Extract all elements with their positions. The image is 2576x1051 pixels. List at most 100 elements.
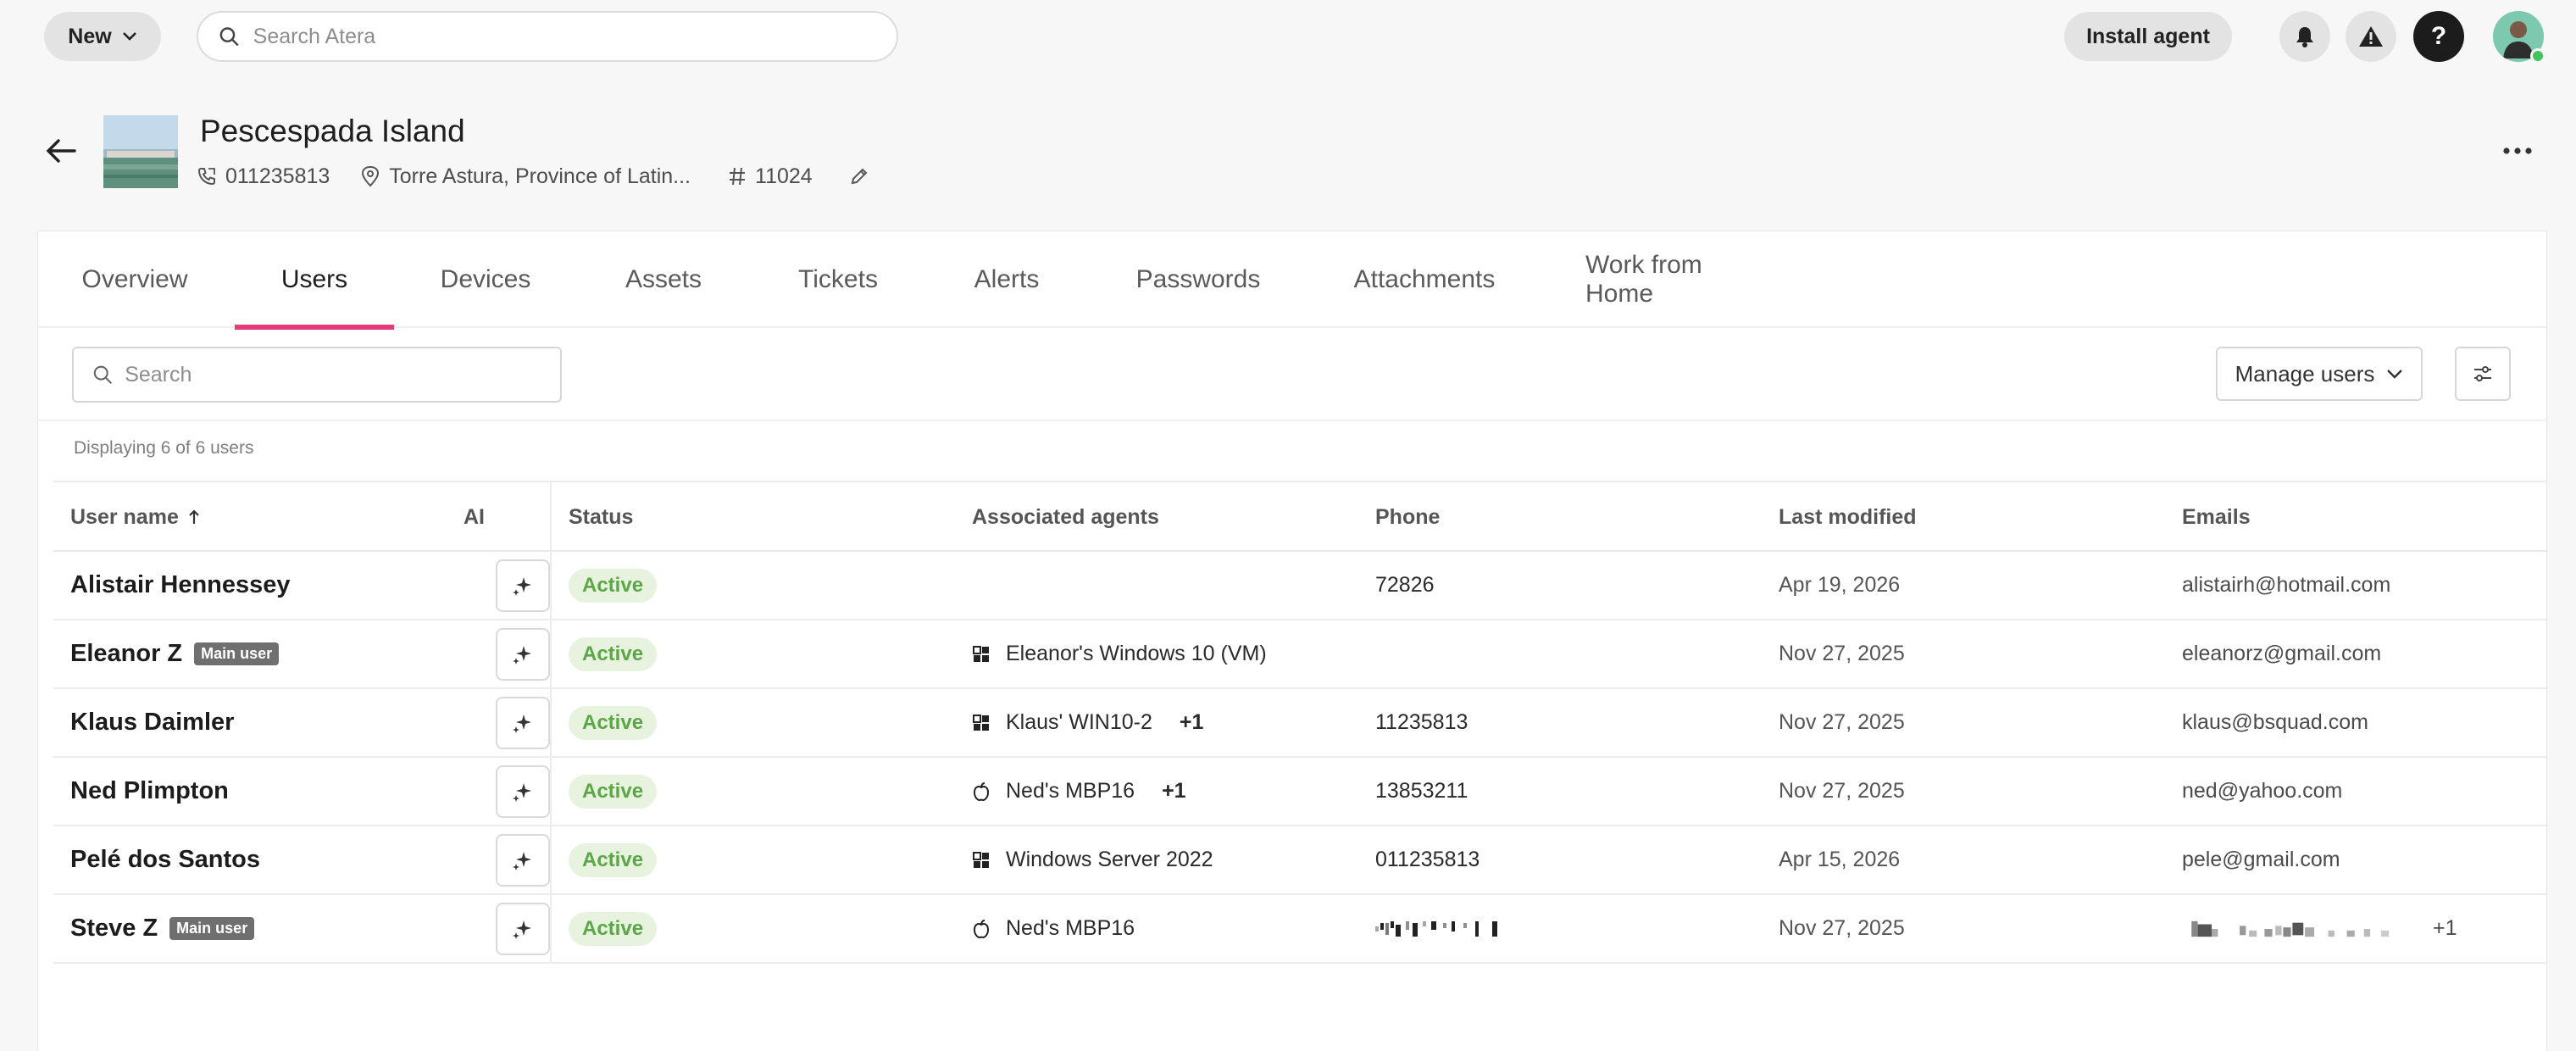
column-phone[interactable]: Phone (1375, 482, 1440, 552)
user-name-cell[interactable]: Eleanor Z Main user (70, 620, 280, 687)
email-more-count[interactable]: +1 (2433, 916, 2457, 941)
agent-name[interactable]: Windows Server 2022 (1006, 848, 1213, 872)
user-name[interactable]: Alistair Hennessey (70, 571, 291, 599)
table-row[interactable]: Pelé dos Santos Active Windows Server 20… (53, 826, 2548, 895)
site-meta: 011235813 Torre Astura, Province of Lati… (197, 163, 869, 190)
tab-bar: Overview Users Devices Assets Tickets Al… (38, 231, 2546, 330)
agent-more-count[interactable]: +1 (1162, 779, 1186, 804)
main-user-badge: Main user (194, 642, 280, 665)
column-associated-agents[interactable]: Associated agents (972, 482, 1159, 552)
agent-name[interactable]: Ned's MBP16 (1006, 916, 1135, 941)
install-agent-button[interactable]: Install agent (2064, 12, 2232, 61)
emails-cell: eleanorz@gmail.com (2182, 620, 2381, 687)
avatar[interactable] (2493, 11, 2545, 64)
agent-more-count[interactable]: +1 (1180, 710, 1204, 735)
table-body: Alistair Hennessey Active 72826 Apr 19, … (53, 552, 2548, 964)
agents-cell: Ned's MBP16 +1 (972, 758, 1186, 825)
notifications-button[interactable] (2279, 11, 2330, 62)
users-card: Overview Users Devices Assets Tickets Al… (37, 231, 2548, 1051)
chevron-down-icon (122, 32, 136, 41)
more-options-icon[interactable] (2498, 139, 2537, 163)
agent-name[interactable]: Klaus' WIN10-2 (1006, 710, 1152, 735)
status-badge: Active (569, 842, 658, 877)
phone-cell (1375, 895, 1502, 962)
tab-alerts[interactable]: Alerts (972, 231, 1041, 328)
ai-button[interactable] (496, 834, 550, 887)
global-search-input[interactable] (253, 24, 897, 49)
table-row[interactable]: Ned Plimpton Active Ned's MBP16 +1 138532… (53, 758, 2548, 826)
tab-attachments[interactable]: Attachments (1353, 231, 1496, 328)
status-cell: Active (569, 826, 658, 893)
new-button[interactable]: New (44, 12, 161, 61)
new-button-label: New (68, 24, 112, 48)
windows-icon (973, 851, 989, 868)
table-row[interactable]: Alistair Hennessey Active 72826 Apr 19, … (53, 552, 2548, 620)
phone-value: 72826 (1375, 573, 1435, 597)
column-settings-button[interactable] (2455, 347, 2511, 401)
tab-work-from-home[interactable]: Work from Home (1585, 231, 1774, 328)
tab-devices[interactable]: Devices (441, 231, 531, 328)
user-name[interactable]: Ned Plimpton (70, 777, 229, 805)
last-modified-cell: Nov 27, 2025 (1779, 758, 1905, 825)
emails-cell: +1 (2182, 895, 2457, 962)
tab-overview[interactable]: Overview (81, 231, 187, 328)
manage-users-label: Manage users (2235, 360, 2375, 386)
column-user-name[interactable]: User name (70, 482, 201, 552)
last-modified-value: Apr 19, 2026 (1779, 573, 1901, 597)
ai-button[interactable] (496, 559, 550, 612)
redacted-phone (1375, 920, 1497, 937)
users-search[interactable] (72, 347, 562, 403)
tab-users[interactable]: Users (235, 231, 394, 330)
last-modified-value: Nov 27, 2025 (1779, 642, 1905, 665)
manage-users-button[interactable]: Manage users (2216, 347, 2423, 401)
users-search-input[interactable] (125, 362, 560, 387)
sort-ascending-icon (189, 509, 199, 524)
user-name-cell[interactable]: Klaus Daimler (70, 689, 234, 756)
user-name[interactable]: Pelé dos Santos (70, 846, 260, 874)
user-name-cell[interactable]: Steve Z Main user (70, 895, 255, 962)
table-row[interactable]: Klaus Daimler Active Klaus' WIN10-2 +1 11… (53, 689, 2548, 758)
status-badge: Active (569, 637, 658, 671)
tab-passwords[interactable]: Passwords (1135, 231, 1262, 328)
user-name[interactable]: Klaus Daimler (70, 709, 234, 737)
ai-button[interactable] (496, 903, 550, 955)
ai-button[interactable] (496, 697, 550, 749)
user-name-cell[interactable]: Pelé dos Santos (70, 826, 260, 893)
column-status[interactable]: Status (569, 482, 633, 552)
site-phone: 011235813 (197, 164, 330, 189)
help-button[interactable]: ? (2413, 11, 2464, 62)
alerts-button[interactable] (2346, 11, 2396, 62)
global-search[interactable] (197, 11, 898, 62)
tab-assets[interactable]: Assets (625, 231, 702, 328)
agent-name[interactable]: Ned's MBP16 (1006, 779, 1135, 804)
email-value: pele@gmail.com (2182, 848, 2340, 871)
sparkle-icon (513, 715, 531, 733)
warning-icon (2359, 26, 2383, 47)
last-modified-cell: Nov 27, 2025 (1779, 895, 1905, 962)
top-bar: New Install agent ? (0, 0, 2576, 71)
table-row[interactable]: Steve Z Main user Active Ned's MBP16 Nov … (53, 895, 2548, 964)
column-emails[interactable]: Emails (2182, 482, 2251, 552)
column-ai: AI (464, 504, 485, 529)
column-last-modified[interactable]: Last modified (1779, 482, 1917, 552)
user-name-cell[interactable]: Ned Plimpton (70, 758, 229, 825)
site-id: 11024 (728, 164, 813, 189)
table-row[interactable]: Eleanor Z Main user Active Eleanor's Wind… (53, 620, 2548, 689)
edit-pencil-icon[interactable] (850, 167, 869, 186)
ai-button[interactable] (496, 628, 550, 681)
user-name[interactable]: Steve Z (70, 915, 158, 943)
users-count: Displaying 6 of 6 users (74, 438, 254, 458)
agents-cell: Windows Server 2022 (972, 826, 1213, 893)
search-icon (93, 365, 113, 384)
tab-tickets[interactable]: Tickets (796, 231, 880, 328)
user-name[interactable]: Eleanor Z (70, 640, 182, 668)
phone-value: 11235813 (1375, 710, 1468, 734)
last-modified-cell: Nov 27, 2025 (1779, 689, 1905, 756)
location-pin-icon (362, 165, 380, 187)
agent-name[interactable]: Eleanor's Windows 10 (VM) (1006, 642, 1267, 666)
back-arrow-icon[interactable] (44, 134, 78, 168)
user-name-cell[interactable]: Alistair Hennessey (70, 552, 291, 619)
sparkle-icon (513, 783, 531, 802)
status-cell: Active (569, 758, 658, 825)
ai-button[interactable] (496, 765, 550, 818)
